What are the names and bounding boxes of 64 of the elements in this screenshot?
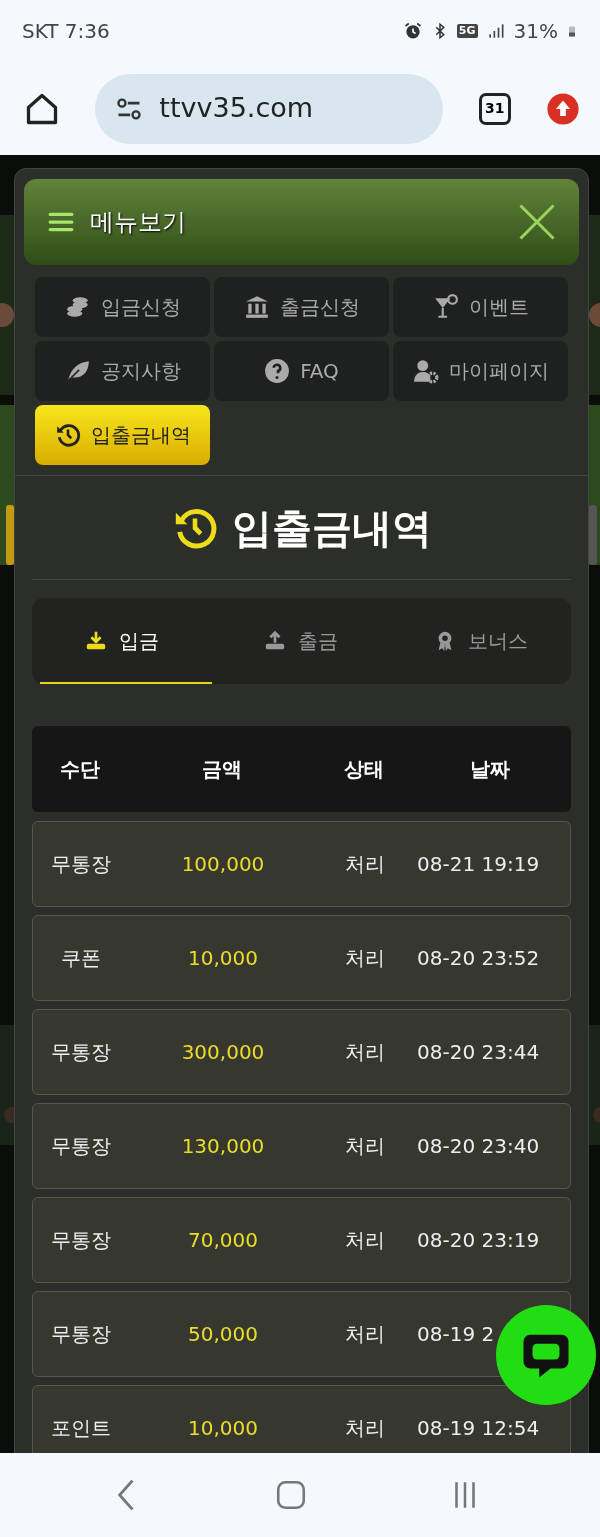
table-cell-text: 처리: [344, 1227, 386, 1254]
table-cell-text: 08-19 12:54: [416, 1415, 541, 1442]
column-header: 상태: [343, 756, 385, 783]
table-cell-text: 무통장: [50, 1133, 112, 1160]
table-cell-text: 70,000: [187, 1227, 259, 1254]
tab[interactable]: 출금: [211, 598, 392, 684]
table-cell-text: 처리: [344, 945, 386, 972]
alarm-icon: [402, 21, 423, 41]
download-icon: [84, 630, 107, 652]
home-nav-button[interactable]: [274, 1478, 308, 1512]
menu-item[interactable]: 이벤트: [393, 277, 568, 337]
menu-title: 메뉴보기: [90, 207, 186, 238]
table-cell-text: 처리: [344, 1415, 386, 1442]
table-cell-text: 처리: [344, 851, 386, 878]
column-header: 금액: [201, 756, 243, 783]
address-bar[interactable]: ttvv35.com: [95, 73, 444, 144]
table-cell-text: 무통장: [50, 1039, 112, 1066]
menu-item[interactable]: 입금신청: [35, 277, 210, 337]
home-square-icon: [274, 1478, 308, 1512]
cocktail-icon: [432, 294, 459, 320]
battery-level: 31%: [513, 18, 558, 45]
section-title: 입출금내역: [231, 503, 432, 553]
user-settings-icon: [412, 358, 439, 384]
url-text: ttvv35.com: [159, 91, 314, 126]
table-cell-text: 08-20 23:40: [416, 1133, 541, 1160]
help-icon: [264, 358, 291, 384]
network-label: 5G: [456, 24, 478, 38]
table-cell-text: 08-20 23:19: [416, 1227, 541, 1254]
table-cell-text: 08-19 2: [416, 1321, 496, 1348]
table-cell-text: 08-20 23:44: [416, 1039, 541, 1066]
table-cell-text: 포인트: [50, 1415, 112, 1442]
menu-item[interactable]: 마이페이지: [393, 341, 568, 401]
table-cell-text: 08-20 23:52: [416, 945, 541, 972]
history-icon: [54, 422, 81, 448]
table-cell-text: 무통장: [50, 851, 112, 878]
column-header: 날짜: [469, 756, 511, 783]
table-cell-text: 처리: [344, 1133, 386, 1160]
upload-icon: [264, 630, 287, 652]
bank-icon: [243, 294, 270, 320]
table-cell-text: 08-21 19:19: [416, 851, 541, 878]
tab-count-button[interactable]: 31: [478, 92, 511, 125]
table-cell-text: 300,000: [180, 1039, 266, 1066]
table-cell-text: 50,000: [187, 1321, 259, 1348]
back-button[interactable]: [118, 1479, 134, 1511]
table-cell-text: 쿠폰: [60, 945, 102, 972]
menu-item[interactable]: FAQ: [214, 341, 389, 401]
menu-item[interactable]: 입출금내역: [35, 405, 210, 465]
column-header: 수단: [59, 756, 101, 783]
table-cell-text: 10,000: [187, 945, 259, 972]
menu-item[interactable]: 공지사항: [35, 341, 210, 401]
tab[interactable]: 보너스: [391, 598, 571, 684]
table-cell-text: 10,000: [187, 1415, 259, 1442]
update-button[interactable]: [546, 91, 580, 126]
table-cell-text: 100,000: [180, 851, 266, 878]
table-cell-text: 처리: [344, 1039, 386, 1066]
status-time: SKT 7:36: [22, 18, 110, 45]
table-cell-text: 처리: [344, 1321, 386, 1348]
back-icon: [118, 1479, 134, 1511]
menu-item[interactable]: 출금신청: [214, 277, 389, 337]
table-cell-text: 130,000: [180, 1133, 266, 1160]
tab[interactable]: 입금: [32, 598, 212, 684]
coins-icon: [64, 294, 91, 320]
table-cell-text: 무통장: [50, 1321, 112, 1348]
table-cell-text: 무통장: [50, 1227, 112, 1254]
